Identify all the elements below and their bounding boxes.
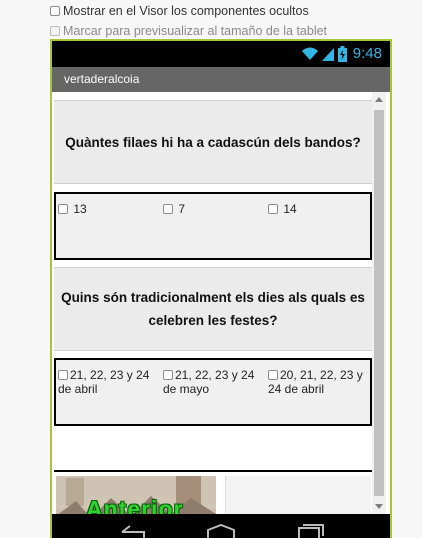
question-label: Quins són tradicionalment els dies als q… <box>54 267 372 351</box>
question-text: Quàntes filaes hi ha a cadascún dels ban… <box>65 134 361 150</box>
tablet-preview-option[interactable]: Marcar para previsualizar al tamaño de l… <box>50 24 327 38</box>
wifi-icon <box>301 47 318 60</box>
answer-option[interactable]: 7 <box>163 202 185 216</box>
show-hidden-option[interactable]: Mostrar en el Visor los componentes ocul… <box>50 4 309 18</box>
navigation-bar <box>52 514 390 538</box>
answer-option[interactable]: 20, 21, 22, 23 y 24 de abril <box>268 368 370 396</box>
answer-option[interactable]: 13 <box>58 202 87 216</box>
answer-arrangement: 13 7 14 <box>54 192 372 260</box>
scroll-down-arrow-icon[interactable] <box>375 504 383 509</box>
answer-option[interactable]: 21, 22, 23 y 24 de mayo <box>163 368 263 396</box>
status-bar: 9:48 <box>52 41 390 67</box>
battery-icon <box>337 45 347 62</box>
answer-label: 7 <box>178 202 186 216</box>
answer-option[interactable]: 21, 22, 23 y 24 de abril <box>58 368 158 396</box>
phone-preview: 9:48 vertaderalcoia Quàntes filaes hi ha… <box>50 39 392 538</box>
scroll-thumb[interactable] <box>374 110 384 496</box>
scroll-up-arrow-icon[interactable] <box>375 97 383 102</box>
answer-label: 20, 21, 22, 23 y 24 de abril <box>268 368 363 396</box>
signal-icon <box>321 47 334 61</box>
answer-checkbox[interactable] <box>58 204 68 214</box>
show-hidden-checkbox[interactable] <box>50 6 60 16</box>
answer-option[interactable]: 14 <box>268 202 297 216</box>
show-hidden-label: Mostrar en el Visor los componentes ocul… <box>63 4 309 18</box>
answer-label: 21, 22, 23 y 24 de abril <box>58 368 150 396</box>
answer-checkbox[interactable] <box>163 370 173 380</box>
tablet-preview-checkbox[interactable] <box>50 26 60 36</box>
back-icon[interactable] <box>120 524 146 538</box>
answer-checkbox[interactable] <box>58 370 68 380</box>
answer-label: 13 <box>73 202 87 216</box>
home-icon[interactable] <box>206 524 236 538</box>
answer-checkbox[interactable] <box>268 370 278 380</box>
app-title: vertaderalcoia <box>64 72 140 86</box>
answer-checkbox[interactable] <box>268 204 278 214</box>
scrollbar[interactable] <box>372 92 386 514</box>
recent-apps-icon[interactable] <box>298 524 324 538</box>
question-label: Quàntes filaes hi ha a cadascún dels ban… <box>54 100 372 184</box>
tablet-preview-label: Marcar para previsualizar al tamaño de l… <box>63 24 328 38</box>
clock-time: 9:48 <box>352 45 382 62</box>
answer-arrangement: 21, 22, 23 y 24 de abril 21, 22, 23 y 24… <box>54 358 372 426</box>
answer-label: 21, 22, 23 y 24 de mayo <box>163 368 255 396</box>
question-text: Quins són tradicionalment els dies als q… <box>61 290 365 328</box>
answer-checkbox[interactable] <box>163 204 173 214</box>
answer-label: 14 <box>283 202 297 216</box>
app-title-bar: vertaderalcoia <box>52 67 390 92</box>
app-screen: Quàntes filaes hi ha a cadascún dels ban… <box>52 92 390 538</box>
